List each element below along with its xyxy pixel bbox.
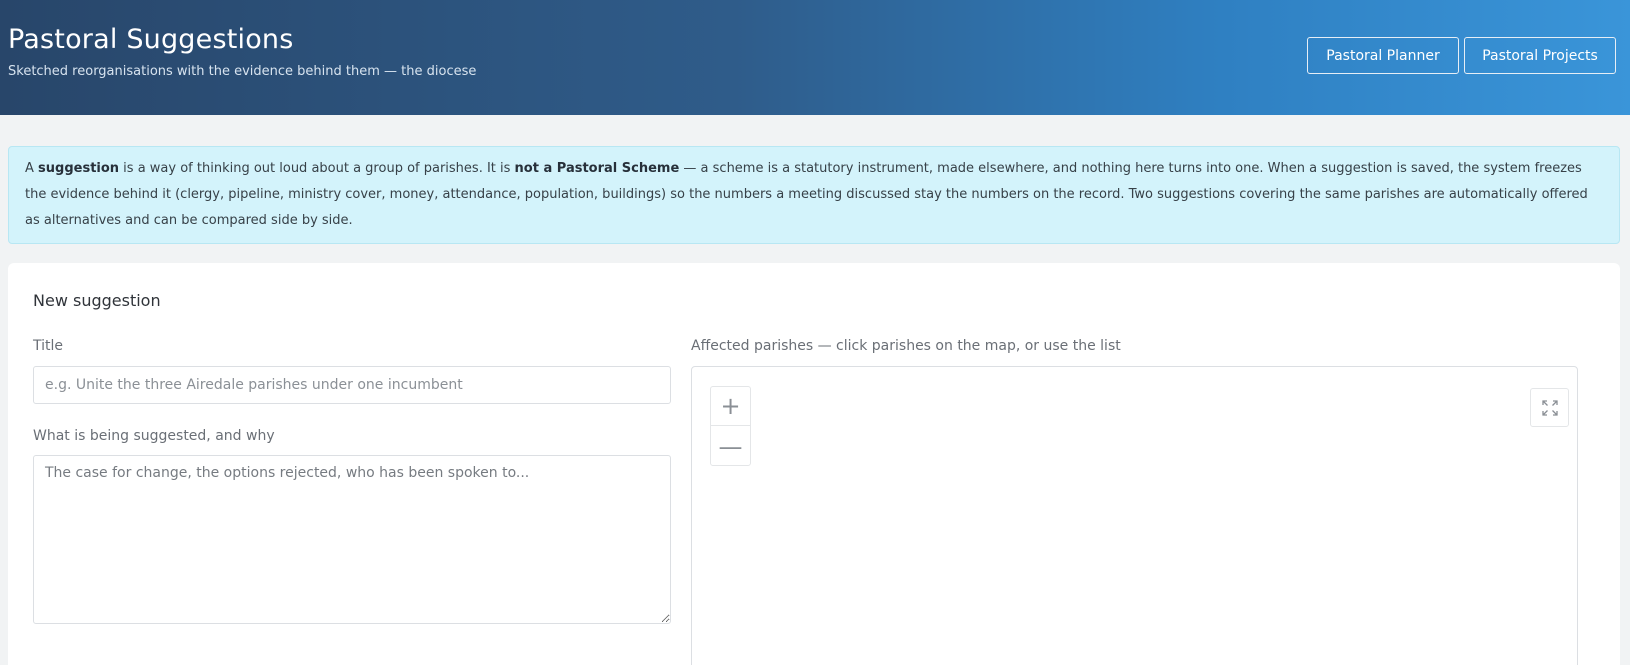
info-bold-not-scheme: not a Pastoral Scheme <box>514 161 680 176</box>
title-label: Title <box>33 338 64 354</box>
info-bold-suggestion: suggestion <box>38 161 120 176</box>
app-header: Pastoral Suggestions Sketched reorganisa… <box>0 0 1630 115</box>
info-text-2: is a way of thinking out loud about a gr… <box>119 161 515 176</box>
new-suggestion-card: New suggestion Title What is being sugge… <box>8 263 1620 665</box>
zoom-control: + — <box>710 386 751 466</box>
description-textarea[interactable] <box>33 455 671 624</box>
plus-icon: + <box>720 392 741 420</box>
fullscreen-icon <box>1541 399 1558 416</box>
info-text-1: A <box>25 161 39 176</box>
title-input[interactable] <box>33 366 671 404</box>
zoom-in-button[interactable]: + <box>711 387 750 426</box>
affected-parishes-label: Affected parishes — click parishes on th… <box>691 338 1121 354</box>
minus-icon: — <box>718 432 743 461</box>
page-subtitle: Sketched reorganisations with the eviden… <box>8 64 477 79</box>
description-label: What is being suggested, and why <box>33 428 275 444</box>
pastoral-planner-button[interactable]: Pastoral Planner <box>1307 37 1459 74</box>
page-title: Pastoral Suggestions <box>8 24 294 55</box>
pastoral-projects-button[interactable]: Pastoral Projects <box>1464 37 1616 74</box>
zoom-out-button[interactable]: — <box>711 427 750 466</box>
info-alert: A suggestion is a way of thinking out lo… <box>8 146 1620 244</box>
card-heading: New suggestion <box>33 291 161 310</box>
fullscreen-button[interactable] <box>1530 388 1569 427</box>
parish-map[interactable]: + — <box>691 366 1578 665</box>
